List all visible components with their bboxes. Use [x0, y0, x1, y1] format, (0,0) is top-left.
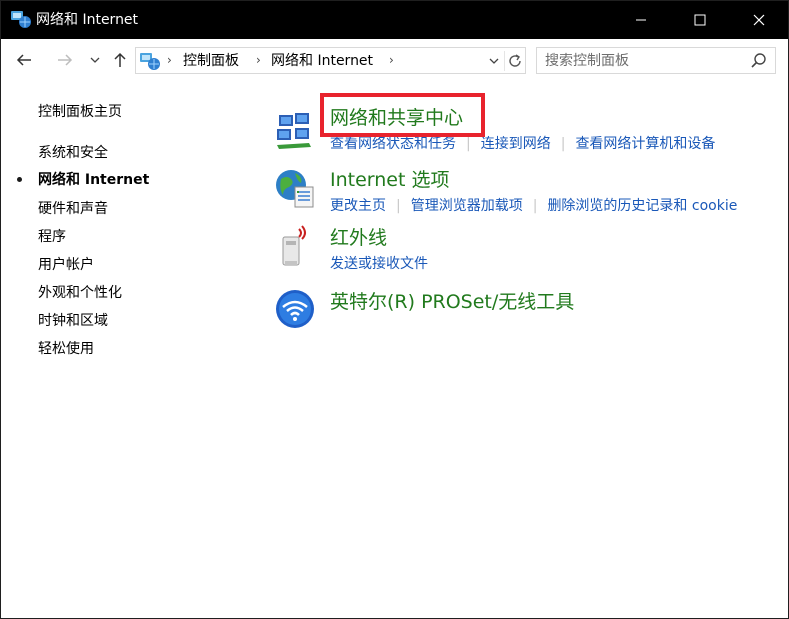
- search-box[interactable]: [536, 47, 776, 74]
- sidebar-item-system-security[interactable]: 系统和安全: [38, 144, 108, 162]
- network-sharing-center-icon: [277, 113, 311, 149]
- forward-button[interactable]: [54, 49, 76, 71]
- breadcrumb-separator[interactable]: ›: [167, 53, 172, 67]
- maximize-button[interactable]: [677, 1, 723, 39]
- send-receive-files-link[interactable]: 发送或接收文件: [330, 256, 428, 272]
- chevron-down-icon: [489, 58, 499, 64]
- title-bar[interactable]: 网络和 Internet: [1, 1, 788, 39]
- recent-locations-button[interactable]: [84, 49, 106, 71]
- chevron-down-icon: [90, 57, 100, 63]
- up-button[interactable]: [109, 49, 131, 71]
- infrared-tasks: 发送或接收文件: [330, 255, 428, 273]
- delete-browsing-history-link[interactable]: 删除浏览的历史记录和 cookie: [547, 198, 737, 214]
- search-icon[interactable]: [750, 52, 768, 70]
- back-button[interactable]: [13, 49, 35, 71]
- network-sharing-center-tasks: 查看网络状态和任务 | 连接到网络 | 查看网络计算机和设备: [330, 136, 716, 152]
- search-input[interactable]: [537, 48, 747, 73]
- minimize-button[interactable]: [618, 1, 664, 39]
- refresh-icon: [508, 54, 521, 67]
- infrared-icon: [282, 225, 306, 266]
- sidebar-item-network-internet[interactable]: 网络和 Internet: [38, 171, 149, 189]
- close-button[interactable]: [736, 1, 782, 39]
- internet-options-tasks: 更改主页 | 管理浏览器加载项 | 删除浏览的历史记录和 cookie: [330, 198, 738, 214]
- internet-options-icon: [276, 170, 314, 208]
- address-dropdown-button[interactable]: [485, 52, 503, 70]
- sidebar-item-ease-of-access[interactable]: 轻松使用: [38, 340, 94, 358]
- sidebar-item-user-accounts[interactable]: 用户帐户: [38, 256, 94, 274]
- control-panel-network-icon: [11, 11, 31, 28]
- sidebar-item-hardware-sound[interactable]: 硬件和声音: [38, 200, 108, 218]
- breadcrumb-separator[interactable]: ›: [389, 53, 394, 67]
- highlight-annotation-box: [320, 93, 485, 137]
- sidebar-item-appearance[interactable]: 外观和个性化: [38, 284, 122, 302]
- control-panel-network-icon: [140, 53, 160, 70]
- active-item-bullet: [17, 177, 22, 182]
- address-bar[interactable]: › 控制面板 › 网络和 Internet ›: [135, 47, 526, 74]
- manage-browser-addons-link[interactable]: 管理浏览器加载项: [411, 198, 523, 214]
- intel-wireless-icon: [276, 290, 314, 328]
- breadcrumb-network-internet[interactable]: 网络和 Internet: [271, 52, 373, 70]
- arrow-left-icon: [16, 54, 31, 66]
- refresh-button[interactable]: [504, 51, 524, 71]
- infrared-link[interactable]: 红外线: [330, 225, 387, 251]
- arrow-right-icon: [58, 54, 73, 66]
- close-icon: [753, 14, 765, 26]
- sidebar-control-panel-home[interactable]: 控制面板主页: [38, 103, 122, 121]
- change-homepage-link[interactable]: 更改主页: [330, 198, 386, 214]
- view-network-status-link[interactable]: 查看网络状态和任务: [330, 136, 456, 152]
- breadcrumb-control-panel[interactable]: 控制面板: [183, 52, 239, 70]
- minimize-icon: [636, 19, 646, 21]
- sidebar-item-programs[interactable]: 程序: [38, 228, 66, 246]
- breadcrumb-separator[interactable]: ›: [256, 53, 261, 67]
- intel-wireless-link[interactable]: 英特尔(R) PROSet/无线工具: [330, 289, 574, 315]
- internet-options-link[interactable]: Internet 选项: [330, 167, 449, 193]
- control-panel-window: 网络和 Internet › 控制面板 › 网络和 Internet › 搜索控…: [0, 0, 789, 619]
- connect-to-network-link[interactable]: 连接到网络: [481, 136, 551, 152]
- sidebar-item-clock-region[interactable]: 时钟和区域: [38, 312, 108, 330]
- arrow-up-icon: [114, 52, 126, 67]
- maximize-icon: [694, 14, 706, 26]
- window-title: 网络和 Internet: [36, 12, 139, 28]
- view-network-computers-link[interactable]: 查看网络计算机和设备: [575, 136, 715, 152]
